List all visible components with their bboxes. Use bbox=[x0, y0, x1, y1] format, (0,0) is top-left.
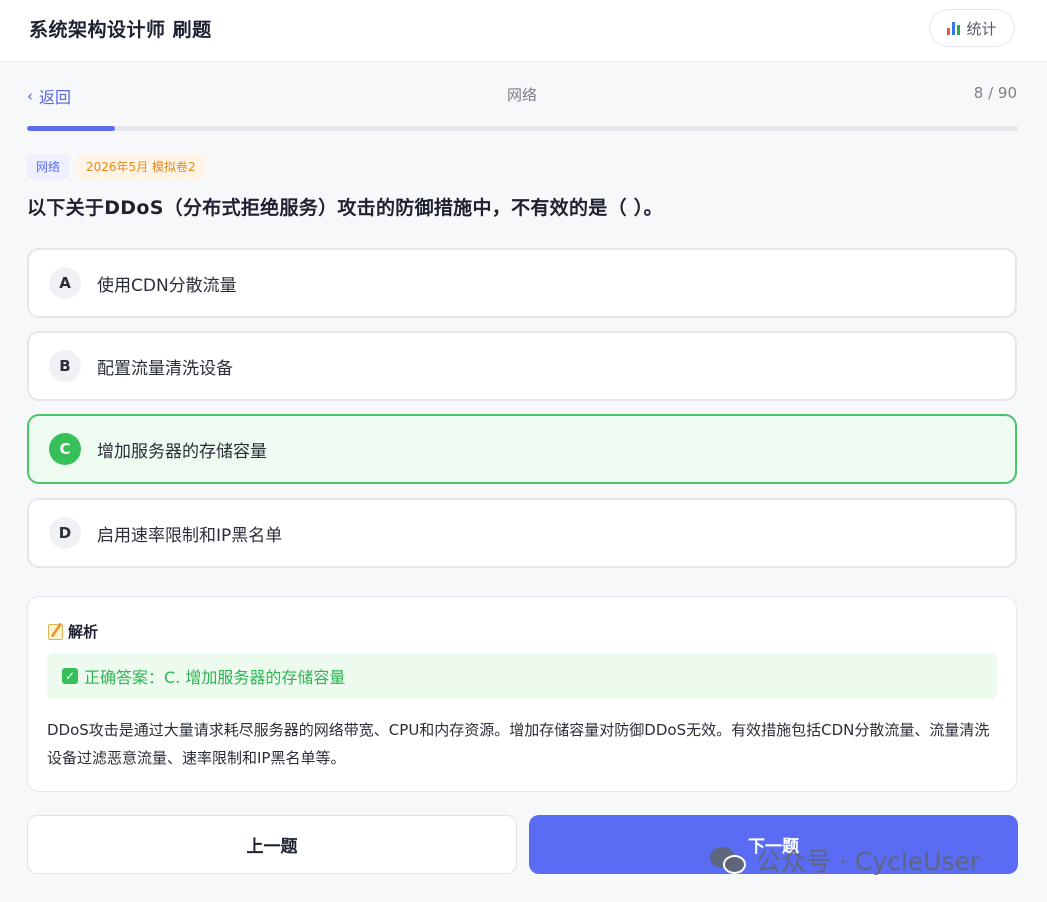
progress-bar-fill bbox=[27, 126, 116, 131]
option-d[interactable]: D 启用速率限制和IP黑名单 bbox=[27, 498, 1017, 568]
chevron-left-icon: ‹ bbox=[27, 87, 33, 105]
prev-question-button[interactable]: 上一题 bbox=[27, 815, 517, 874]
question-tags: 网络 2026年5月 模拟卷2 bbox=[27, 154, 205, 179]
analysis-explanation: DDoS攻击是通过大量请求耗尽服务器的网络带宽、CPU和内存资源。增加存储容量对… bbox=[47, 721, 990, 767]
option-text: 使用CDN分散流量 bbox=[97, 275, 237, 296]
option-letter: A bbox=[49, 267, 81, 299]
option-a[interactable]: A 使用CDN分散流量 bbox=[27, 248, 1017, 318]
check-mark-icon: ✓ bbox=[62, 668, 78, 684]
option-letter: C bbox=[49, 433, 81, 465]
back-link[interactable]: ‹ 返回 bbox=[27, 84, 71, 108]
bar-chart-icon bbox=[947, 21, 961, 35]
option-text: 配置流量清洗设备 bbox=[97, 358, 233, 379]
memo-icon bbox=[48, 623, 63, 640]
option-text: 启用速率限制和IP黑名单 bbox=[97, 525, 283, 546]
back-link-label: 返回 bbox=[39, 88, 72, 107]
category-tag: 网络 bbox=[27, 154, 70, 179]
option-text: 增加服务器的存储容量 bbox=[97, 441, 267, 462]
next-question-button[interactable]: 下一题 bbox=[529, 815, 1018, 874]
category-title: 网络 bbox=[506, 86, 537, 104]
correct-answer-label: 正确答案：C. 增加服务器的存储容量 bbox=[84, 668, 346, 687]
correct-answer-box: ✓ 正确答案：C. 增加服务器的存储容量 bbox=[47, 653, 997, 699]
progress-counter: 8 / 90 bbox=[973, 84, 1017, 102]
app-header: 系统架构设计师 刷题 统计 bbox=[0, 0, 1047, 62]
analysis-title-label: 解析 bbox=[68, 623, 99, 641]
progress-bar bbox=[27, 126, 1018, 131]
option-b[interactable]: B 配置流量清洗设备 bbox=[27, 331, 1017, 401]
stats-button-label: 统计 bbox=[966, 19, 997, 38]
analysis-panel: 解析 ✓ 正确答案：C. 增加服务器的存储容量 DDoS攻击是通过大量请求耗尽服… bbox=[27, 596, 1017, 792]
question-nav: 网络 ‹ 返回 8 / 90 bbox=[27, 84, 1017, 108]
app-title: 系统架构设计师 刷题 bbox=[29, 19, 212, 41]
option-letter: B bbox=[49, 350, 81, 382]
option-c[interactable]: C 增加服务器的存储容量 bbox=[27, 414, 1017, 484]
exam-tag: 2026年5月 模拟卷2 bbox=[77, 154, 205, 179]
stats-button[interactable]: 统计 bbox=[929, 9, 1015, 47]
question-text: 以下关于DDoS（分布式拒绝服务）攻击的防御措施中，不有效的是（ ）。 bbox=[27, 197, 663, 219]
analysis-title: 解析 bbox=[48, 621, 98, 642]
option-letter: D bbox=[49, 517, 81, 549]
